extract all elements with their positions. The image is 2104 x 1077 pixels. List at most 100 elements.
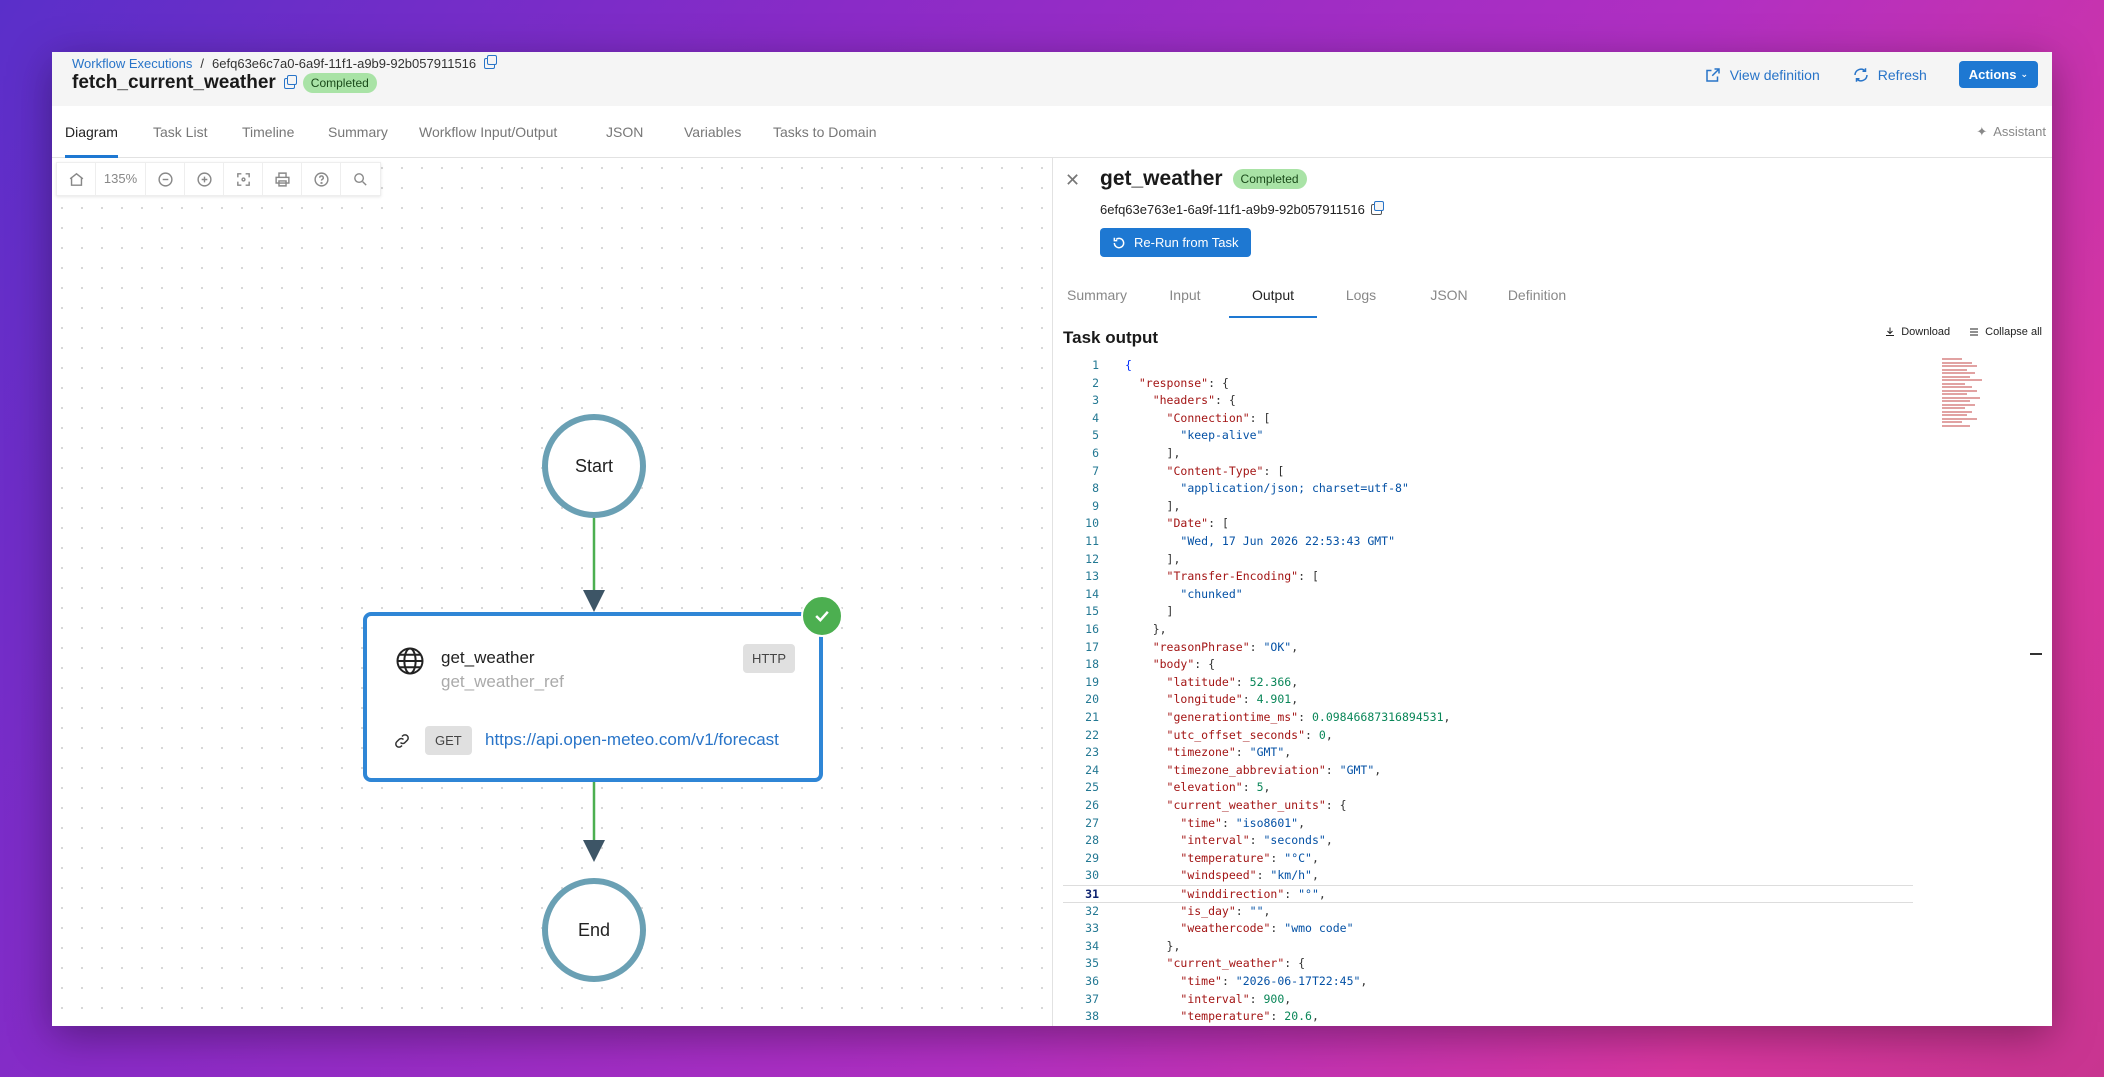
code-line: 6 ], — [1063, 445, 1913, 463]
http-url-link[interactable]: https://api.open-meteo.com/v1/forecast — [485, 730, 805, 750]
line-number: 4 — [1092, 410, 1099, 425]
panel-tab-summary[interactable]: Summary — [1053, 278, 1141, 318]
task-details-panel: ✕ get_weather Completed 6efq63e763e1-6a9… — [1052, 158, 2052, 1026]
code-line: 32 "is_day": "", — [1063, 903, 1913, 921]
task-type-badge: HTTP — [743, 644, 795, 673]
refresh-button[interactable]: Refresh — [1852, 66, 1927, 84]
code-line: 15 ] — [1063, 603, 1913, 621]
tab-diagram[interactable]: Diagram — [65, 106, 118, 158]
line-number: 22 — [1085, 727, 1099, 742]
globe-icon — [396, 647, 424, 675]
line-number: 26 — [1085, 798, 1099, 812]
code-line: 8 "application/json; charset=utf-8" — [1063, 480, 1913, 498]
link-icon — [395, 734, 409, 748]
line-number: 32 — [1085, 903, 1099, 918]
line-number: 30 — [1085, 868, 1099, 883]
copy-icon[interactable] — [484, 55, 498, 69]
line-number: 34 — [1085, 938, 1099, 953]
json-output-editor[interactable]: 1{2 "response": {3 "headers": {4 "Connec… — [1063, 356, 2033, 1026]
workflow-diagram-canvas[interactable]: 135% Start get_weather get_weather_ref H… — [52, 158, 1052, 1026]
download-label: Download — [1901, 326, 1951, 338]
panel-task-title: get_weather — [1100, 167, 1223, 190]
code-line: 19 "latitude": 52.366, — [1063, 674, 1913, 692]
tab-tasks-to-domain[interactable]: Tasks to Domain — [773, 106, 876, 158]
assistant-button[interactable]: ✦ Assistant — [1976, 106, 2046, 158]
task-node-get-weather[interactable]: get_weather get_weather_ref HTTP GET htt… — [363, 612, 823, 782]
line-number: 3 — [1092, 393, 1099, 408]
actions-dropdown-button[interactable]: Actions ⌄ — [1958, 61, 2038, 88]
view-definition-link[interactable]: View definition — [1704, 66, 1820, 84]
line-number: 10 — [1085, 516, 1099, 531]
line-number: 18 — [1085, 657, 1099, 672]
download-button[interactable]: Download — [1884, 326, 1950, 338]
task-detail-tabs: Summary Input Output Logs JSON Definitio… — [1053, 278, 2052, 318]
line-number: 15 — [1085, 604, 1099, 619]
code-line: 33 "weathercode": "wmo code" — [1063, 920, 1913, 938]
code-line: 26 "current_weather_units": { — [1063, 797, 1913, 815]
code-line: 37 "interval": 900, — [1063, 991, 1913, 1009]
panel-title-row: get_weather Completed — [1100, 167, 1307, 191]
code-line: 5 "keep-alive" — [1063, 427, 1913, 445]
actions-label: Actions — [1968, 67, 2017, 82]
panel-tab-input[interactable]: Input — [1141, 278, 1229, 318]
http-method-badge: GET — [425, 726, 472, 755]
panel-tab-logs[interactable]: Logs — [1317, 278, 1405, 318]
collapse-all-button[interactable]: Collapse all — [1968, 326, 2042, 338]
code-line: 27 "time": "iso8601", — [1063, 815, 1913, 833]
list-icon — [1970, 328, 1979, 336]
scrollbar-marker[interactable] — [2030, 653, 2042, 655]
tab-task-list[interactable]: Task List — [153, 106, 207, 158]
header-actions: View definition Refresh Actions ⌄ — [1704, 61, 2038, 88]
app-window: Workflow Executions / 6efq63e6c7a0-6a9f-… — [52, 52, 2052, 1026]
close-icon[interactable]: ✕ — [1065, 170, 1080, 191]
execution-header: Workflow Executions / 6efq63e6c7a0-6a9f-… — [52, 52, 2052, 106]
assistant-label: Assistant — [1993, 124, 2046, 139]
line-number: 16 — [1085, 622, 1099, 636]
code-line: 2 "response": { — [1063, 375, 1913, 393]
editor-minimap[interactable] — [1942, 358, 1992, 458]
line-number: 7 — [1092, 463, 1099, 478]
line-number: 38 — [1085, 1009, 1099, 1024]
line-number: 14 — [1085, 586, 1099, 601]
code-line: 1{ — [1063, 357, 1913, 375]
sparkle-icon: ✦ — [1976, 124, 1988, 139]
download-icon — [1886, 327, 1895, 336]
code-line: 13 "Transfer-Encoding": [ — [1063, 568, 1913, 586]
code-line: 11 "Wed, 17 Jun 2026 22:53:43 GMT" — [1063, 533, 1913, 551]
line-number: 29 — [1085, 850, 1099, 865]
tab-summary[interactable]: Summary — [328, 106, 388, 158]
line-number: 23 — [1085, 745, 1099, 760]
completed-check-icon — [801, 595, 843, 637]
copy-workflow-name-icon[interactable] — [283, 74, 297, 89]
workflow-title-row: fetch_current_weather Completed — [72, 72, 377, 94]
breadcrumb-execution-id: 6efq63e6c7a0-6a9f-11f1-a9b9-92b057911516 — [212, 56, 477, 71]
tab-json[interactable]: JSON — [606, 106, 643, 158]
code-line: 3 "headers": { — [1063, 392, 1913, 410]
task-id-row: 6efq63e763e1-6a9f-11f1-a9b9-92b057911516 — [1100, 201, 1384, 217]
line-number: 36 — [1085, 974, 1099, 988]
panel-tab-definition[interactable]: Definition — [1493, 278, 1581, 318]
tab-variables[interactable]: Variables — [684, 106, 741, 158]
line-number: 28 — [1085, 833, 1099, 848]
panel-tab-json[interactable]: JSON — [1405, 278, 1493, 318]
chevron-down-icon: ⌄ — [2020, 69, 2028, 79]
line-number: 25 — [1085, 780, 1099, 795]
task-status-badge: Completed — [1232, 169, 1307, 189]
tab-timeline[interactable]: Timeline — [242, 106, 294, 158]
task-id: 6efq63e763e1-6a9f-11f1-a9b9-92b057911516 — [1100, 202, 1365, 217]
view-definition-label: View definition — [1729, 66, 1820, 83]
code-line: 29 "temperature": "°C", — [1063, 850, 1913, 868]
end-node[interactable]: End — [542, 878, 646, 982]
task-name: get_weather — [441, 648, 535, 667]
line-number: 6 — [1092, 446, 1099, 460]
panel-tab-output[interactable]: Output — [1229, 278, 1317, 318]
line-number: 24 — [1085, 762, 1099, 777]
start-node[interactable]: Start — [542, 414, 646, 518]
code-line: 4 "Connection": [ — [1063, 410, 1913, 428]
tab-workflow-input-output[interactable]: Workflow Input/Output — [419, 106, 557, 158]
rerun-from-task-button[interactable]: Re-Run from Task — [1100, 228, 1251, 257]
copy-task-id-icon[interactable] — [1370, 201, 1384, 215]
diagram-edges — [583, 518, 605, 862]
breadcrumb-workflow-executions-link[interactable]: Workflow Executions — [72, 56, 192, 71]
output-actions: Download Collapse all — [1884, 326, 2042, 338]
